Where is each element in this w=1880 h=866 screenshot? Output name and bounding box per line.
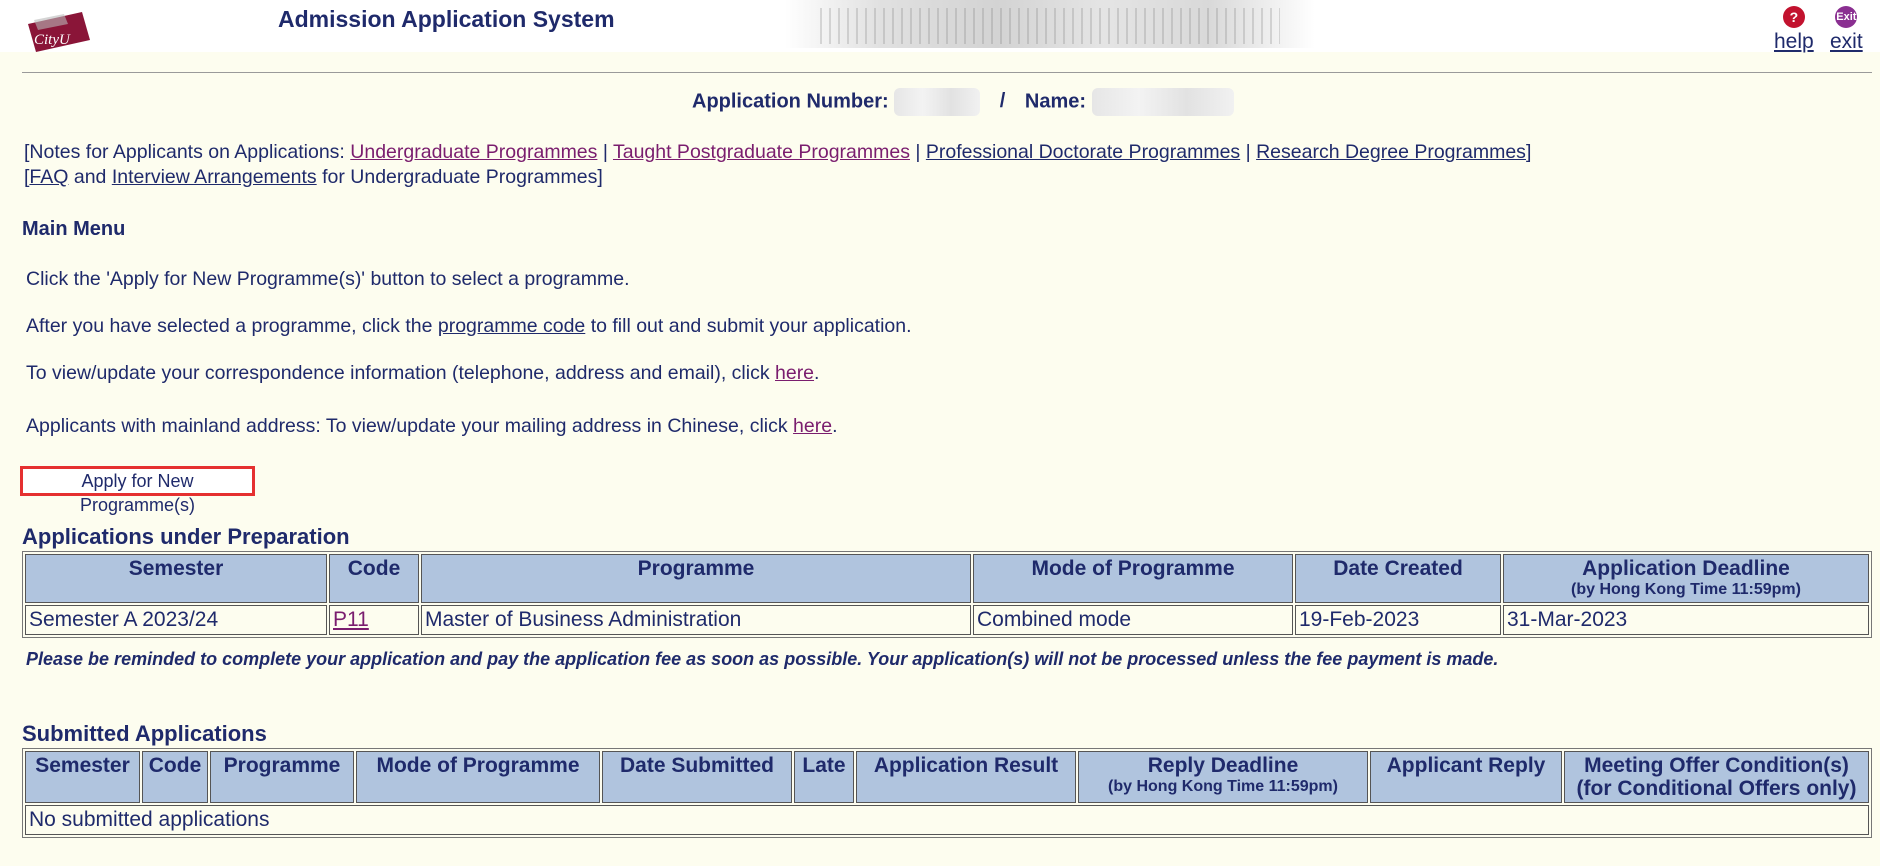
- table-row: Semester A 2023/24 P11 Master of Busines…: [25, 605, 1869, 635]
- apply-new-programme-button[interactable]: Apply for New Programme(s): [20, 466, 255, 515]
- col-reply-deadline: Reply Deadline (by Hong Kong Time 11:59pm…: [1078, 751, 1368, 803]
- svg-text:CityU: CityU: [34, 32, 71, 48]
- col-programme: Programme: [421, 554, 971, 603]
- prep-table: Semester Code Programme Mode of Programm…: [22, 551, 1872, 638]
- link-update-chinese-address[interactable]: here: [793, 415, 832, 437]
- col-application-result: Application Result: [856, 751, 1076, 803]
- offer-conditions-subtitle: (for Conditional Offers only): [1576, 777, 1857, 800]
- col-semester: Semester: [25, 554, 327, 603]
- deadline-subtitle: (by Hong Kong Time 11:59pm): [1571, 581, 1801, 598]
- cell-deadline: 31-Mar-2023: [1503, 605, 1869, 635]
- submitted-table: Semester Code Programme Mode of Programm…: [22, 748, 1872, 838]
- col-semester: Semester: [25, 751, 140, 803]
- col-date-created: Date Created: [1295, 554, 1501, 603]
- notes-line-2: [FAQ and Interview Arrangements for Unde…: [24, 166, 603, 188]
- col-application-deadline: Application Deadline (by Hong Kong Time 1…: [1503, 554, 1869, 603]
- link-faq[interactable]: FAQ: [29, 166, 68, 188]
- link-research-degree-notes[interactable]: Research Degree Programmes: [1256, 141, 1526, 163]
- cell-code: P11: [329, 605, 419, 635]
- programme-code-link[interactable]: P11: [333, 608, 369, 631]
- application-number-value-redacted: [894, 88, 981, 116]
- exit-link[interactable]: Exit exit: [1830, 6, 1863, 54]
- link-interview-arrangements[interactable]: Interview Arrangements: [112, 166, 317, 188]
- instruction-select-programme: Click the 'Apply for New Programme(s)' b…: [26, 268, 630, 290]
- cityu-logo: CityU: [28, 12, 90, 52]
- fee-reminder: Please be reminded to complete your appl…: [26, 649, 1499, 669]
- cell-date-created: 19-Feb-2023: [1295, 605, 1501, 635]
- empty-state-cell: No submitted applications: [25, 805, 1869, 835]
- applicant-info: Application Number: / Name:: [692, 88, 1234, 116]
- notes-line-1: [Notes for Applicants on Applications: U…: [24, 141, 1532, 163]
- name-value-redacted: [1091, 88, 1234, 116]
- prep-heading: Applications under Preparation: [22, 524, 350, 549]
- application-number-label: Application Number:: [692, 90, 889, 113]
- cell-mode: Combined mode: [973, 605, 1293, 635]
- cell-semester: Semester A 2023/24: [25, 605, 327, 635]
- campus-banner-texture: [820, 8, 1280, 44]
- col-code: Code: [329, 554, 419, 603]
- help-link[interactable]: ? help: [1774, 6, 1814, 54]
- info-separator: /: [999, 90, 1006, 113]
- col-mode: Mode of Programme: [973, 554, 1293, 603]
- page-header: CityU Admission Application System ? hel…: [0, 0, 1880, 54]
- col-programme: Programme: [210, 751, 354, 803]
- exit-label[interactable]: exit: [1830, 30, 1863, 54]
- submitted-heading: Submitted Applications: [22, 721, 267, 746]
- col-code: Code: [142, 751, 208, 803]
- col-date-submitted: Date Submitted: [602, 751, 792, 803]
- header-divider: [22, 72, 1872, 73]
- link-taught-postgraduate-notes[interactable]: Taught Postgraduate Programmes: [613, 141, 910, 163]
- instruction-programme-code: After you have selected a programme, cli…: [26, 315, 912, 337]
- notes-block: [Notes for Applicants on Applications: U…: [24, 140, 1531, 190]
- instruction-chinese-address: Applicants with mainland address: To vie…: [26, 415, 838, 437]
- submitted-header-row: Semester Code Programme Mode of Programm…: [25, 751, 1869, 803]
- link-programme-code[interactable]: programme code: [438, 315, 585, 337]
- link-update-correspondence[interactable]: here: [775, 362, 814, 384]
- help-label[interactable]: help: [1774, 30, 1814, 54]
- instruction-correspondence: To view/update your correspondence infor…: [26, 362, 820, 384]
- name-label: Name:: [1024, 90, 1087, 113]
- main-menu-title: Main Menu: [22, 218, 126, 240]
- col-late: Late: [794, 751, 854, 803]
- help-icon[interactable]: ?: [1782, 6, 1805, 28]
- table-row: No submitted applications: [25, 805, 1869, 835]
- cell-programme: Master of Business Administration: [421, 605, 971, 635]
- prep-header-row: Semester Code Programme Mode of Programm…: [25, 554, 1869, 603]
- reply-deadline-subtitle: (by Hong Kong Time 11:59pm): [1108, 778, 1338, 795]
- col-offer-conditions: Meeting Offer Condition(s) (for Condition…: [1564, 751, 1869, 803]
- app-title: Admission Application System: [278, 6, 615, 32]
- col-applicant-reply: Applicant Reply: [1370, 751, 1562, 803]
- col-mode: Mode of Programme: [356, 751, 600, 803]
- link-undergraduate-notes[interactable]: Undergraduate Programmes: [350, 141, 597, 163]
- link-professional-doctorate-notes[interactable]: Professional Doctorate Programmes: [926, 141, 1240, 163]
- exit-icon[interactable]: Exit: [1835, 6, 1858, 28]
